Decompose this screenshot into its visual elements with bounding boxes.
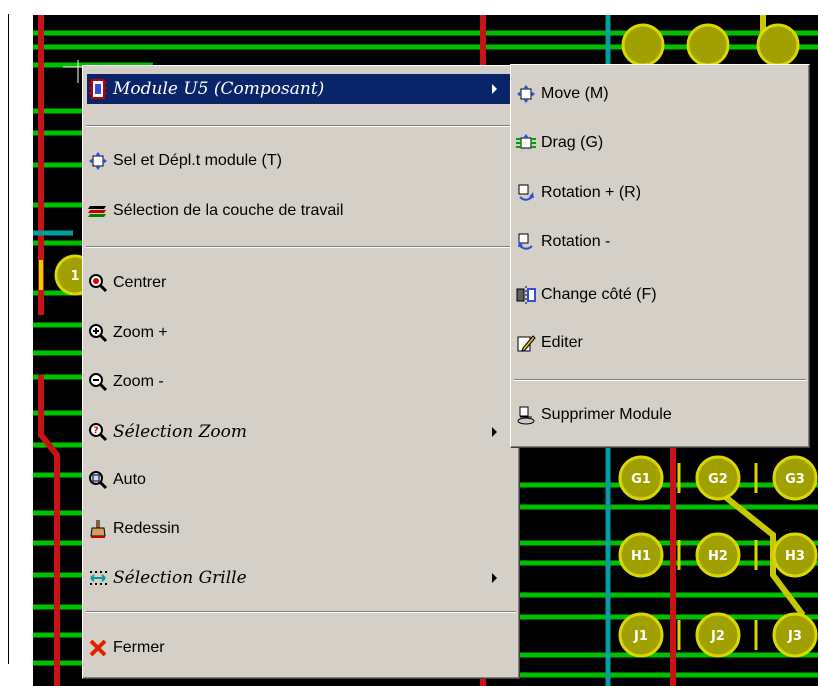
menu-item-label: Redessin	[113, 520, 180, 537]
menu-item-sel-depl-module[interactable]: Sel et Dépl.t module (T)	[87, 146, 511, 176]
menu-item-label: Module U5 (Composant)	[113, 79, 325, 99]
submenu-arrow-icon	[492, 84, 497, 94]
submenu-item-drag[interactable]: Drag (G)	[515, 128, 803, 158]
submenu-item-rotation-minus[interactable]: Rotation -	[515, 227, 803, 257]
menu-item-label: Sélection Zoom	[113, 422, 247, 442]
window-edge-line	[8, 14, 9, 664]
submenu-arrow-icon	[492, 573, 497, 583]
delete-module-icon	[515, 404, 537, 426]
zoom-in-icon	[87, 322, 109, 344]
submenu-item-label: Move (M)	[541, 85, 609, 102]
menu-item-label: Auto	[113, 471, 146, 488]
menu-separator	[86, 246, 516, 248]
submenu-item-editer[interactable]: Editer	[515, 328, 803, 358]
edit-pencil-icon	[515, 332, 537, 354]
submenu-item-supprimer[interactable]: Supprimer Module	[515, 400, 803, 430]
menu-item-zoom-out[interactable]: Zoom -	[87, 367, 511, 397]
redraw-brush-icon	[87, 518, 109, 540]
menu-item-auto[interactable]: Auto	[87, 465, 511, 495]
submenu-arrow-icon	[492, 427, 497, 437]
menu-item-work-layer[interactable]: Sélection de la couche de travail	[87, 196, 511, 226]
pad-label: 1	[70, 269, 79, 284]
module-chip-icon	[87, 78, 109, 100]
menu-item-centrer[interactable]: Centrer	[87, 268, 511, 298]
rotate-minus-icon	[515, 231, 537, 253]
menu-separator	[514, 379, 806, 381]
move-icon	[515, 83, 537, 105]
pad-label: J1	[633, 629, 648, 644]
menu-item-redessin[interactable]: Redessin	[87, 514, 511, 544]
submenu-item-move[interactable]: Move (M)	[515, 79, 803, 109]
zoom-auto-icon	[87, 469, 109, 491]
submenu-item-label: Change côté (F)	[541, 286, 657, 303]
module-submenu: Move (M) Drag (G) Rotation + (R) Rotatio…	[510, 64, 810, 448]
menu-item-selection-grille[interactable]: Sélection Grille	[87, 563, 511, 593]
flip-side-icon	[515, 284, 537, 306]
menu-separator	[86, 611, 516, 613]
submenu-item-label: Editer	[541, 334, 583, 351]
close-x-icon	[87, 637, 109, 659]
menu-item-label: Sélection de la couche de travail	[113, 202, 344, 219]
rotate-plus-icon	[515, 182, 537, 204]
menu-item-label: Fermer	[113, 639, 165, 656]
pad-label: G3	[785, 472, 805, 487]
menu-item-fermer[interactable]: Fermer	[87, 633, 511, 663]
pad-label: H3	[785, 549, 805, 564]
zoom-out-icon	[87, 371, 109, 393]
context-menu: Module U5 (Composant) Sel et Dépl.t modu…	[82, 65, 520, 679]
submenu-item-label: Supprimer Module	[541, 406, 672, 423]
pad-label: J2	[710, 629, 725, 644]
layers-icon	[87, 200, 109, 222]
menu-item-label: Sélection Grille	[113, 568, 247, 588]
pad-label: H1	[631, 549, 651, 564]
pad-label: G2	[708, 472, 728, 487]
menu-item-label: Sel et Dépl.t module (T)	[113, 152, 282, 169]
move-module-icon	[87, 150, 109, 172]
drag-icon	[515, 132, 537, 154]
menu-separator	[86, 125, 516, 127]
center-zoom-icon	[87, 272, 109, 294]
zoom-select-icon: ?	[87, 421, 109, 443]
svg-text:?: ?	[93, 426, 98, 436]
menu-item-selection-zoom[interactable]: ? Sélection Zoom	[87, 417, 511, 447]
pad-label: J3	[787, 629, 802, 644]
menu-item-zoom-in[interactable]: Zoom +	[87, 318, 511, 348]
submenu-item-rotation-plus[interactable]: Rotation + (R)	[515, 178, 803, 208]
submenu-item-label: Rotation + (R)	[541, 184, 642, 201]
grid-icon	[87, 567, 109, 589]
submenu-item-change-cote[interactable]: Change côté (F)	[515, 280, 803, 310]
menu-item-module-u5[interactable]: Module U5 (Composant)	[87, 74, 511, 104]
menu-item-label: Centrer	[113, 274, 167, 291]
pad-label: G1	[631, 472, 651, 487]
pad-label: H2	[708, 549, 728, 564]
submenu-item-label: Rotation -	[541, 233, 611, 250]
menu-item-label: Zoom -	[113, 373, 164, 390]
menu-item-label: Zoom +	[113, 324, 168, 341]
submenu-item-label: Drag (G)	[541, 134, 604, 151]
